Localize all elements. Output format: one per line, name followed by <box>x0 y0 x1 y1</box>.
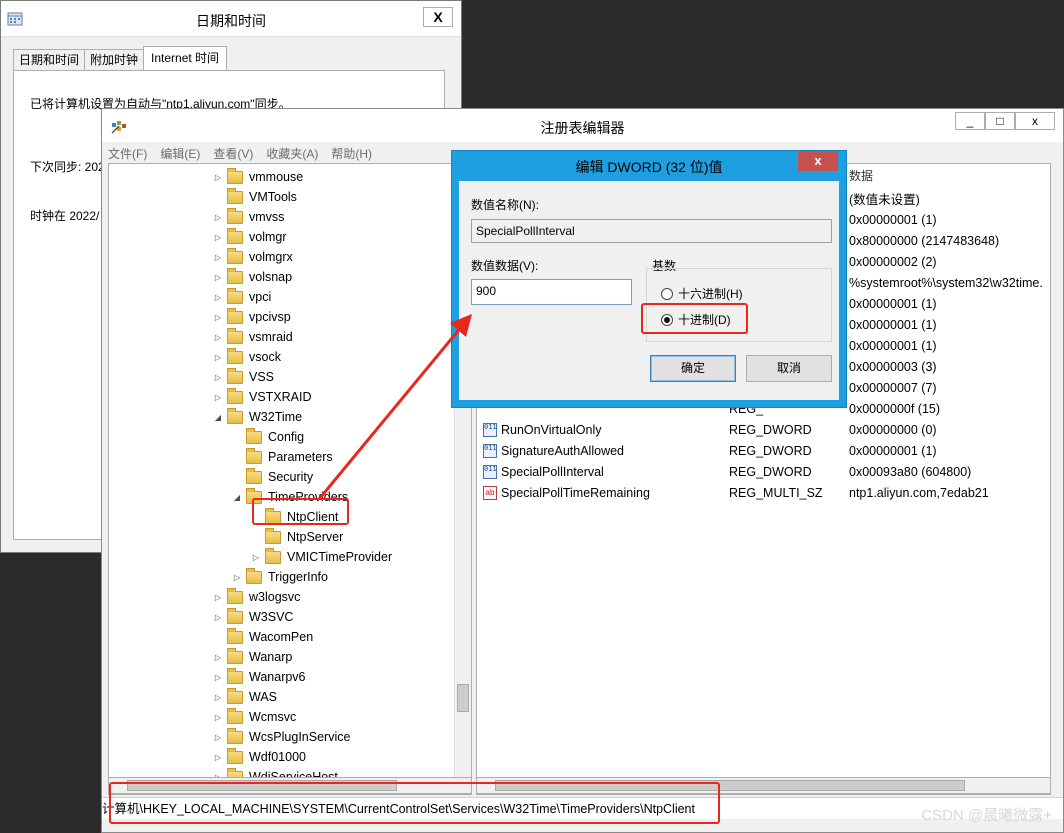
annotation-arrow <box>318 314 472 499</box>
watermark-text: CSDN @晨曦微露+ <box>921 807 1052 824</box>
arrow-head <box>450 314 472 337</box>
arrow-line <box>318 325 464 499</box>
